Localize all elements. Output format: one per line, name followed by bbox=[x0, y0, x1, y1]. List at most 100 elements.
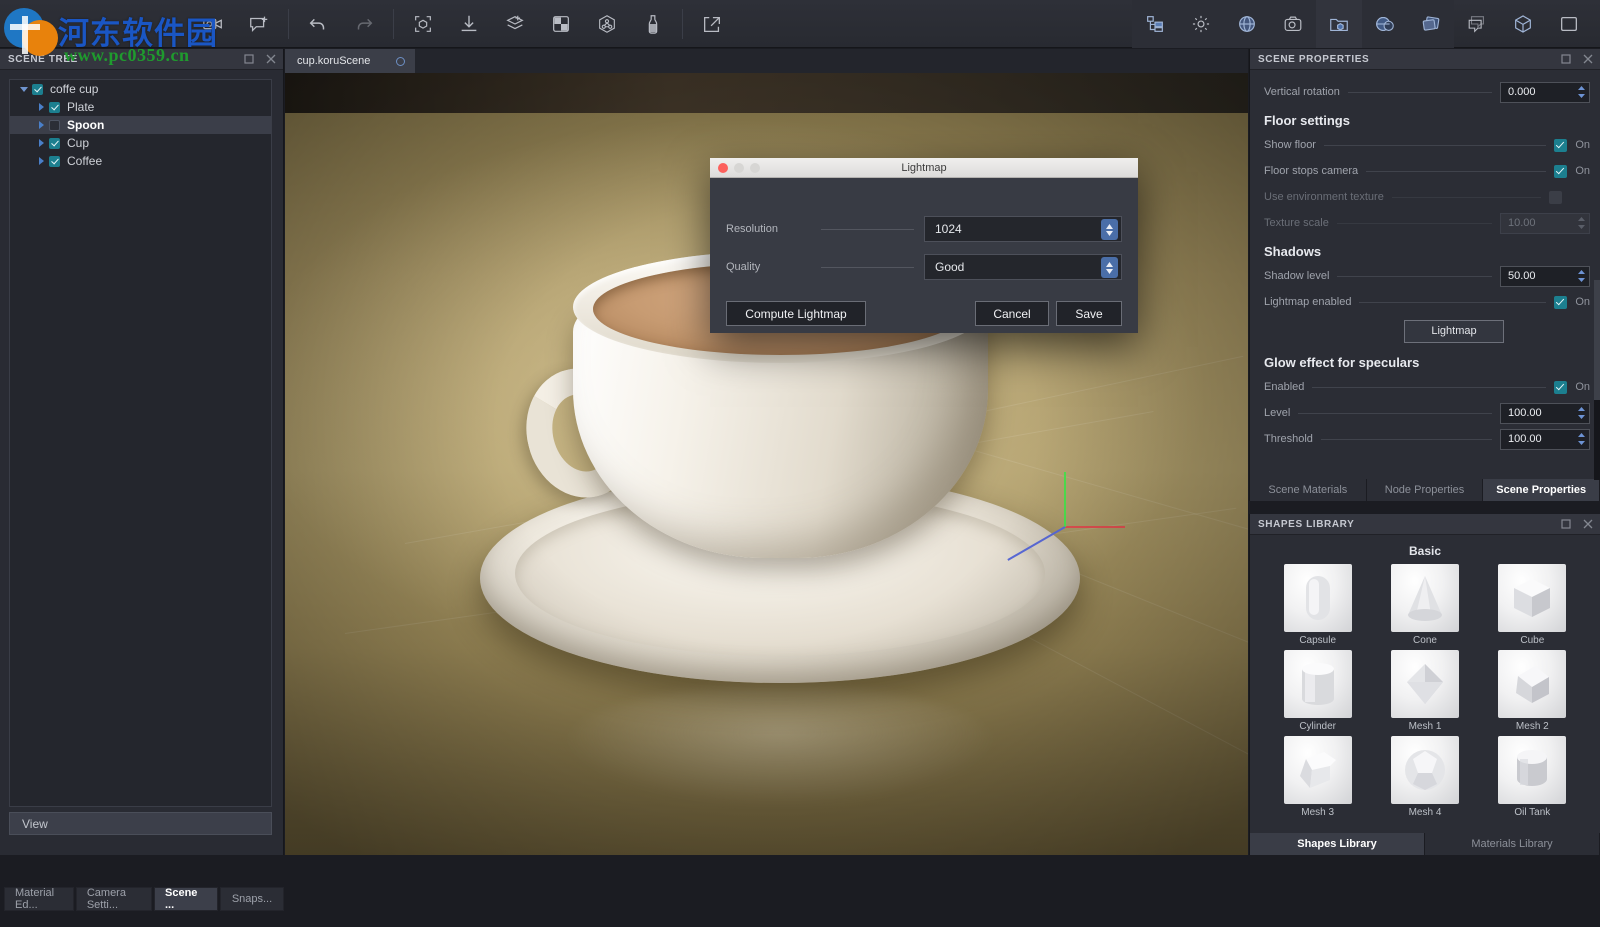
tree-node-coffe-cup[interactable]: coffe cup bbox=[10, 80, 271, 98]
shape-item-cylinder[interactable]: Cylinder bbox=[1264, 650, 1371, 732]
open-lightmap-button[interactable]: Lightmap bbox=[1404, 320, 1504, 343]
tree-node-checkbox[interactable] bbox=[49, 156, 60, 167]
vertical-rotation-row: Vertical rotation 0.000 bbox=[1250, 79, 1600, 105]
tree-node-plate[interactable]: Plate bbox=[10, 98, 271, 116]
dialog-close-icon[interactable] bbox=[718, 163, 728, 173]
folder-3d-icon[interactable] bbox=[1316, 0, 1362, 48]
materials-icon[interactable] bbox=[1362, 0, 1408, 48]
tree-node-checkbox[interactable] bbox=[49, 102, 60, 113]
use-environment-texture-row: Use environment texture bbox=[1250, 184, 1600, 210]
redo-icon[interactable] bbox=[341, 0, 387, 48]
left-tab-3[interactable]: Snaps... bbox=[220, 887, 284, 911]
scene-tree-list[interactable]: coffe cup PlateSpoonCupCoffee bbox=[9, 79, 272, 807]
chevron-right-icon[interactable] bbox=[33, 121, 49, 129]
shape-item-mesh-2[interactable]: Mesh 2 bbox=[1479, 650, 1586, 732]
shape-item-mesh-3[interactable]: Mesh 3 bbox=[1264, 736, 1371, 818]
shape-item-cube[interactable]: Cube bbox=[1479, 564, 1586, 646]
quality-select[interactable]: Good bbox=[924, 254, 1122, 280]
toolbar-right-group bbox=[1132, 0, 1600, 48]
add-comment-icon[interactable] bbox=[236, 0, 282, 48]
left-tab-0[interactable]: Material Ed... bbox=[4, 887, 74, 911]
scrollbar-thumb[interactable] bbox=[1594, 280, 1600, 400]
bottle-icon[interactable] bbox=[630, 0, 676, 48]
sphere-icon[interactable] bbox=[1224, 0, 1270, 48]
camera-settings-icon[interactable] bbox=[190, 0, 236, 48]
node-graph-icon[interactable] bbox=[584, 0, 630, 48]
shape-thumbnail-polyhedron-icon bbox=[1284, 736, 1352, 804]
chevron-right-icon[interactable] bbox=[33, 157, 49, 165]
import-icon[interactable] bbox=[446, 0, 492, 48]
vertical-rotation-stepper-icon[interactable] bbox=[1575, 84, 1588, 101]
scene-tree-icon[interactable] bbox=[1132, 0, 1178, 48]
cube-icon[interactable] bbox=[1500, 0, 1546, 48]
glow-level-input[interactable]: 100.00 bbox=[1500, 403, 1590, 424]
close-icon[interactable] bbox=[1582, 53, 1594, 65]
shape-item-oil-tank[interactable]: Oil Tank bbox=[1479, 736, 1586, 818]
cancel-button[interactable]: Cancel bbox=[975, 301, 1049, 326]
threshold-stepper-icon[interactable] bbox=[1575, 431, 1588, 448]
shape-item-capsule[interactable]: Capsule bbox=[1264, 564, 1371, 646]
tab-scene-properties[interactable]: Scene Properties bbox=[1483, 479, 1600, 501]
chevron-down-icon[interactable] bbox=[16, 85, 32, 93]
show-floor-checkbox[interactable] bbox=[1554, 139, 1567, 152]
glow-enabled-checkbox[interactable] bbox=[1554, 381, 1567, 394]
tree-node-label: coffe cup bbox=[50, 82, 98, 96]
dialog-zoom-icon[interactable] bbox=[750, 163, 760, 173]
shape-thumbnail-cube-icon bbox=[1498, 564, 1566, 632]
panel-icon[interactable] bbox=[1546, 0, 1592, 48]
threshold-input[interactable]: 100.00 bbox=[1500, 429, 1590, 450]
chevron-right-icon[interactable] bbox=[33, 103, 49, 111]
resolution-select[interactable]: 1024 bbox=[924, 216, 1122, 242]
texture-scale-stepper-icon[interactable] bbox=[1575, 215, 1588, 232]
lightmap-dialog-titlebar[interactable]: Lightmap bbox=[710, 158, 1138, 178]
glow-enabled-row: Enabled On bbox=[1250, 374, 1600, 400]
tree-node-checkbox[interactable] bbox=[49, 120, 60, 131]
shadow-level-stepper-icon[interactable] bbox=[1575, 268, 1588, 285]
use-environment-texture-checkbox[interactable] bbox=[1549, 191, 1562, 204]
left-tab-2[interactable]: Scene ... bbox=[154, 887, 218, 911]
undo-icon[interactable] bbox=[295, 0, 341, 48]
maximize-icon[interactable] bbox=[1560, 518, 1572, 530]
close-icon[interactable] bbox=[265, 53, 277, 65]
close-icon[interactable] bbox=[1582, 518, 1594, 530]
tab-shapes-library[interactable]: Shapes Library bbox=[1250, 833, 1425, 855]
tab-node-properties[interactable]: Node Properties bbox=[1367, 479, 1484, 501]
document-tab[interactable]: cup.koruScene bbox=[285, 49, 415, 73]
shape-item-mesh-1[interactable]: Mesh 1 bbox=[1371, 650, 1478, 732]
vertical-rotation-input[interactable]: 0.000 bbox=[1500, 82, 1590, 103]
chevron-right-icon[interactable] bbox=[33, 139, 49, 147]
camera-icon[interactable] bbox=[1270, 0, 1316, 48]
save-button[interactable]: Save bbox=[1056, 301, 1122, 326]
images-icon[interactable] bbox=[1408, 0, 1454, 48]
glow-level-stepper-icon[interactable] bbox=[1575, 405, 1588, 422]
tab-scene-materials[interactable]: Scene Materials bbox=[1250, 479, 1367, 501]
shadow-level-input[interactable]: 50.00 bbox=[1500, 266, 1590, 287]
texture-scale-input[interactable]: 10.00 bbox=[1500, 213, 1590, 234]
export-icon[interactable] bbox=[689, 0, 735, 48]
view-bar[interactable]: View bbox=[9, 812, 272, 835]
lightmap-enabled-checkbox[interactable] bbox=[1554, 296, 1567, 309]
compute-lightmap-button[interactable]: Compute Lightmap bbox=[726, 301, 866, 326]
tree-node-spoon[interactable]: Spoon bbox=[10, 116, 271, 134]
modified-indicator-icon bbox=[396, 57, 405, 66]
shape-item-cone[interactable]: Cone bbox=[1371, 564, 1478, 646]
comments-icon[interactable] bbox=[1454, 0, 1500, 48]
resolution-stepper-icon[interactable] bbox=[1101, 219, 1118, 240]
frame-object-icon[interactable] bbox=[400, 0, 446, 48]
tree-node-coffee[interactable]: Coffee bbox=[10, 152, 271, 170]
tree-node-checkbox[interactable] bbox=[49, 138, 60, 149]
tab-materials-library[interactable]: Materials Library bbox=[1425, 833, 1600, 855]
gear-icon[interactable] bbox=[1178, 0, 1224, 48]
tree-node-cup[interactable]: Cup bbox=[10, 134, 271, 152]
checker-icon[interactable] bbox=[538, 0, 584, 48]
maximize-icon[interactable] bbox=[1560, 53, 1572, 65]
vertical-scrollbar[interactable] bbox=[1594, 280, 1600, 480]
shape-item-mesh-4[interactable]: Mesh 4 bbox=[1371, 736, 1478, 818]
floor-stops-camera-checkbox[interactable] bbox=[1554, 165, 1567, 178]
layers-icon[interactable] bbox=[492, 0, 538, 48]
dialog-minimize-icon[interactable] bbox=[734, 163, 744, 173]
left-tab-1[interactable]: Camera Setti... bbox=[76, 887, 152, 911]
maximize-icon[interactable] bbox=[243, 53, 255, 65]
quality-stepper-icon[interactable] bbox=[1101, 257, 1118, 278]
tree-node-checkbox[interactable] bbox=[32, 84, 43, 95]
